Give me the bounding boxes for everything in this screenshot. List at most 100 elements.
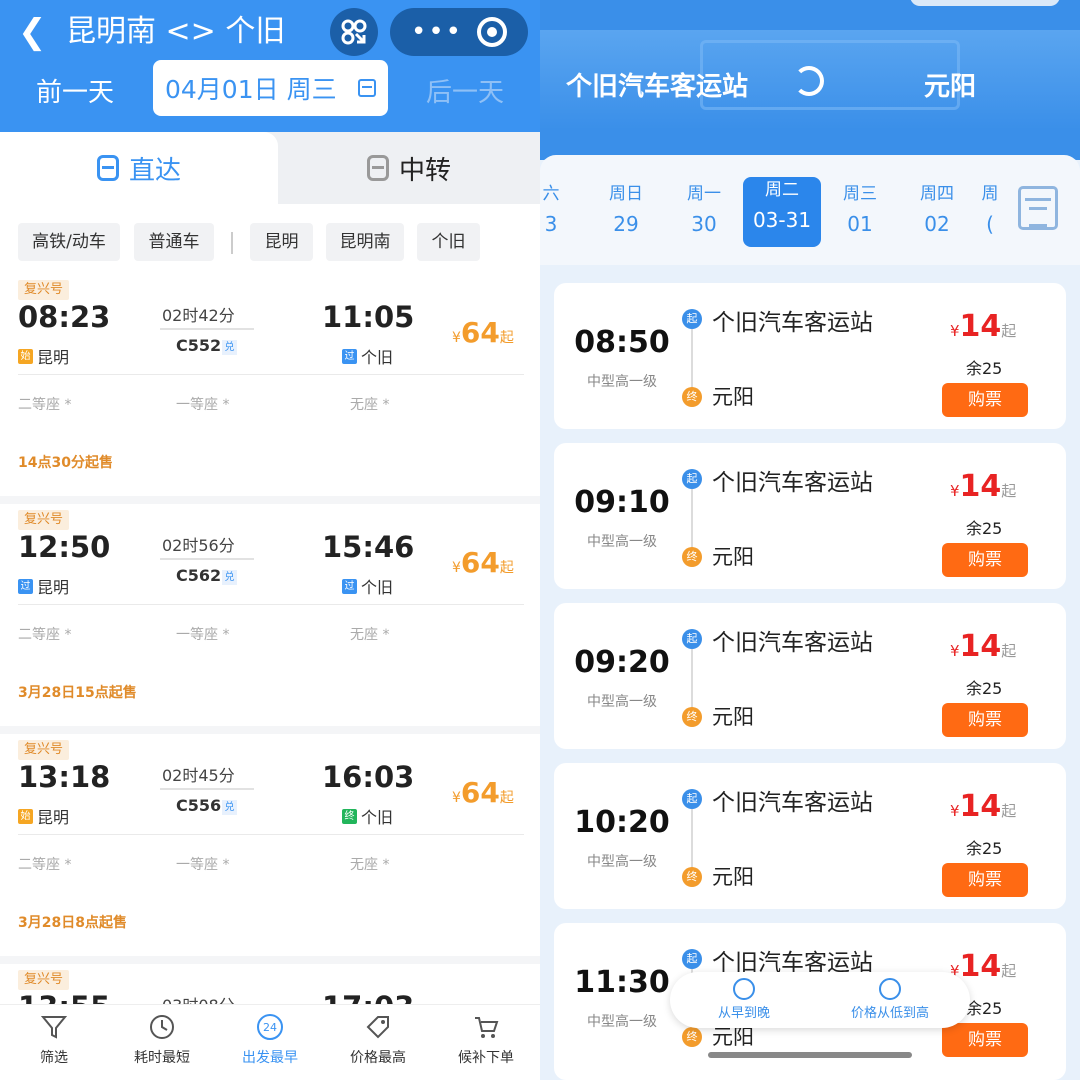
yen-symbol: ¥ [950, 322, 960, 340]
train-panel: ❮ 昆明南 <> 个旧 ••• 前一天 04月01日 周三 后一天 直达 中转 … [0, 0, 540, 1080]
filter-chips: 高铁/动车 普通车 昆明 昆明南 个旧 [0, 204, 540, 274]
bus-price: ¥14起 [950, 469, 1016, 504]
terminal-tag: 终 [342, 808, 357, 824]
seat-first: 一等座 * [176, 627, 230, 643]
yen-symbol: ¥ [950, 642, 960, 660]
bus-from: 个旧汽车客运站 [712, 310, 873, 336]
duration: 02时45分 [162, 766, 235, 785]
date-item[interactable]: 周( [970, 181, 1010, 251]
bus-to: 元阳 [712, 865, 754, 889]
start-dot: 起 [682, 949, 702, 969]
price-suffix: 起 [1001, 642, 1017, 660]
filter-button[interactable]: 筛选 [4, 1013, 104, 1067]
tab-direct[interactable]: 直达 [0, 132, 278, 204]
date-item[interactable]: 周日 29 [587, 181, 665, 251]
price: ¥64起 [452, 546, 514, 579]
chip-highspeed[interactable]: 高铁/动车 [18, 223, 120, 261]
sort-duration-label: 耗时最短 [134, 1050, 190, 1066]
scan-icon [341, 19, 367, 45]
seat-second: 二等座 * [18, 397, 72, 413]
price-suffix: 起 [499, 560, 514, 576]
price-suffix: 起 [1001, 322, 1017, 340]
tab-transfer[interactable]: 中转 [278, 132, 540, 204]
bus-time: 08:50 [574, 325, 670, 360]
chip-gejiu[interactable]: 个旧 [417, 223, 480, 261]
sort-price-button[interactable]: 价格从低到高 [820, 978, 960, 1021]
to-station[interactable]: 元阳 [924, 66, 976, 103]
prev-day-button[interactable]: 前一天 [36, 72, 114, 109]
more-icon[interactable]: ••• [411, 17, 463, 47]
date-item-selected[interactable]: 周二 03-31 [743, 177, 821, 247]
dep-station-label: 昆明 [37, 578, 70, 597]
swap-icon[interactable] [794, 66, 824, 96]
date-label: 04月01日 周三 [165, 75, 337, 104]
bus-card[interactable]: 09:20 中型高一级 起 终 个旧汽车客运站 元阳 ¥14起 余25 购票 [554, 603, 1066, 749]
duration: 02时56分 [162, 536, 235, 555]
price-value: 14 [959, 789, 1002, 824]
yen-up-icon [879, 978, 901, 1000]
chip-kunming[interactable]: 昆明 [250, 223, 313, 261]
close-target-icon[interactable] [476, 17, 507, 47]
sort-time-button[interactable]: 从早到晚 [674, 978, 814, 1021]
duration-line [160, 558, 254, 560]
chip-normal[interactable]: 普通车 [134, 223, 214, 261]
sort-earliest-button[interactable]: 24 出发最早 [220, 1013, 320, 1067]
buy-button[interactable]: 购票 [942, 1023, 1028, 1057]
duration-line [160, 788, 254, 790]
waitlist-button[interactable]: 候补下单 [436, 1013, 536, 1067]
arr-time: 15:46 [322, 530, 415, 564]
train-card[interactable]: 复兴号 12:50 过昆明 02时56分 C562 兑 15:46 过个旧 ¥6… [0, 504, 540, 726]
date-item[interactable]: 六3 [540, 181, 590, 251]
seats-remaining: 余25 [966, 839, 1003, 858]
buy-button[interactable]: 购票 [942, 383, 1028, 417]
chip-kunmingnan[interactable]: 昆明南 [326, 223, 404, 261]
train-card[interactable]: 复兴号 08:23 始昆明 02时42分 C552 兑 11:05 过个旧 ¥6… [0, 274, 540, 496]
filter-icon [40, 1016, 68, 1039]
bus-grade: 中型高一级 [587, 694, 657, 710]
date-item[interactable]: 周四 02 [898, 181, 976, 251]
date-picker[interactable]: 04月01日 周三 [153, 60, 388, 116]
fuxing-badge: 复兴号 [18, 510, 70, 530]
end-dot: 终 [682, 1027, 702, 1047]
next-day-button[interactable]: 后一天 [426, 72, 504, 109]
date-num: ( [986, 212, 994, 236]
buy-button[interactable]: 购票 [942, 703, 1028, 737]
date-week: 周二 [765, 180, 799, 200]
exchange-badge: 兑 [222, 570, 237, 585]
duration: 03时08分 [162, 992, 235, 1004]
train-header: ❮ 昆明南 <> 个旧 ••• 前一天 04月01日 周三 后一天 [0, 0, 540, 135]
duration-line [160, 328, 254, 330]
from-station[interactable]: 个旧汽车客运站 [566, 66, 748, 103]
tag-icon [366, 1016, 389, 1039]
miniprogram-capsule: ••• [390, 8, 528, 56]
seats-remaining: 余25 [966, 999, 1003, 1018]
buy-button[interactable]: 购票 [942, 543, 1028, 577]
bus-time: 11:30 [574, 965, 670, 1000]
calendar-icon[interactable] [1018, 186, 1058, 230]
date-num: 03-31 [752, 208, 812, 232]
bus-card[interactable]: 09:10 中型高一级 起 终 个旧汽车客运站 元阳 ¥14起 余25 购票 [554, 443, 1066, 589]
train-card[interactable]: 复兴号 13:18 始昆明 02时45分 C556 兑 16:03 终个旧 ¥6… [0, 734, 540, 956]
sale-time: 3月28日8点起售 [18, 915, 127, 931]
bus-card[interactable]: 10:20 中型高一级 起 终 个旧汽车客运站 元阳 ¥14起 余25 购票 [554, 763, 1066, 909]
tab-bar: 直达 中转 [0, 132, 540, 204]
price: ¥64起 [452, 316, 514, 349]
seats-remaining: 余25 [966, 679, 1003, 698]
seat-first: 一等座 * [176, 397, 230, 413]
scan-button[interactable] [330, 8, 378, 56]
tab-direct-label: 直达 [128, 155, 181, 186]
sort-price-label: 价格从低到高 [850, 1006, 929, 1021]
sort-duration-button[interactable]: 耗时最短 [112, 1013, 212, 1067]
back-icon[interactable]: ❮ [18, 14, 48, 50]
price-value: 64 [460, 316, 500, 349]
train-card-partial[interactable]: 复兴号 13:55 03时08分 17:03 [0, 964, 540, 1004]
bus-card[interactable]: 08:50 中型高一级 起 终 个旧汽车客运站 元阳 ¥14起 余25 购票 [554, 283, 1066, 429]
bus-grade: 中型高一级 [587, 534, 657, 550]
date-item[interactable]: 周一 30 [665, 181, 743, 251]
arr-time: 11:05 [322, 300, 415, 334]
date-num: 30 [691, 212, 717, 236]
date-item[interactable]: 周三 01 [821, 181, 899, 251]
price-suffix: 起 [1001, 962, 1017, 980]
buy-button[interactable]: 购票 [942, 863, 1028, 897]
sort-price-button[interactable]: 价格最高 [328, 1013, 428, 1067]
